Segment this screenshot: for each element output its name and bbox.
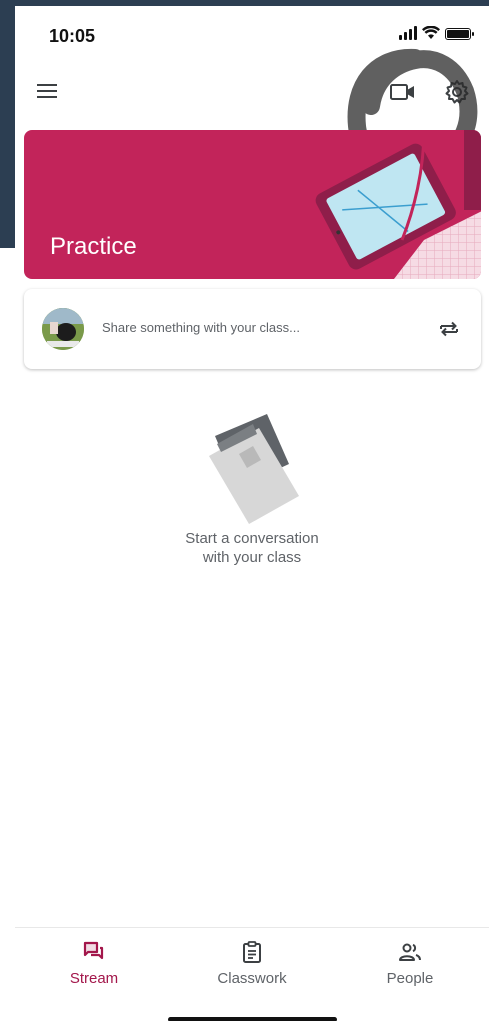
- menu-icon[interactable]: [35, 80, 59, 104]
- banner-illustration: [315, 130, 481, 279]
- tab-classwork[interactable]: Classwork: [173, 928, 331, 997]
- bottom-navigation: Stream Classwork People: [15, 927, 489, 997]
- tab-people-label: People: [386, 970, 434, 987]
- status-bar: 10:05: [15, 6, 489, 62]
- empty-state-line1: Start a conversation: [185, 530, 319, 547]
- tab-stream[interactable]: Stream: [15, 928, 173, 997]
- stream-icon: [83, 941, 104, 960]
- people-icon: [399, 943, 421, 961]
- class-banner[interactable]: Practice: [24, 130, 481, 279]
- tab-classwork-label: Classwork: [217, 970, 287, 987]
- cellular-signal-icon: [399, 26, 417, 40]
- repost-icon[interactable]: [437, 317, 461, 341]
- empty-state-text: Start a conversation with your class: [15, 529, 489, 567]
- share-post-card[interactable]: Share something with your class...: [24, 289, 481, 369]
- tab-people[interactable]: People: [331, 928, 489, 997]
- video-camera-icon[interactable]: [389, 80, 417, 104]
- share-input-placeholder: Share something with your class...: [102, 320, 300, 335]
- app-bar: [15, 68, 489, 116]
- device-frame-left: [0, 0, 15, 248]
- conversation-paper-icon: [209, 414, 299, 524]
- class-title: Practice: [50, 233, 137, 260]
- settings-gear-icon[interactable]: [443, 78, 471, 106]
- user-avatar: [42, 308, 84, 350]
- tab-stream-label: Stream: [69, 970, 119, 987]
- app-screen: 10:05 Practice Share something with your…: [15, 6, 489, 1021]
- empty-state-line2: with your class: [202, 549, 302, 566]
- status-time: 10:05: [49, 26, 96, 46]
- wifi-icon: [422, 26, 440, 39]
- classwork-clipboard-icon: [243, 941, 261, 963]
- battery-icon: [445, 28, 474, 40]
- home-indicator[interactable]: [168, 1017, 337, 1021]
- status-icons: [399, 26, 474, 40]
